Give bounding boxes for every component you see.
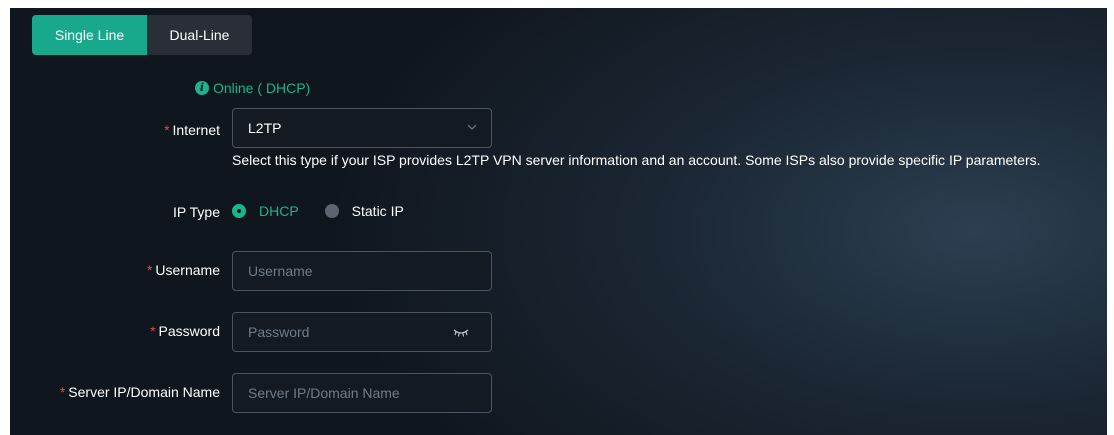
line-mode-tabs: Single Line Dual-Line — [32, 15, 252, 55]
info-icon: i — [195, 81, 209, 95]
ip-type-dhcp-radio[interactable]: DHCP — [232, 203, 325, 219]
server-label: * Server IP/Domain Name — [59, 384, 220, 400]
internet-label: * Internet — [164, 122, 220, 138]
password-placeholder: Password — [248, 324, 310, 340]
server-address-field[interactable]: Server IP/Domain Name — [232, 373, 492, 413]
required-marker: * — [150, 323, 156, 339]
required-marker: * — [59, 384, 66, 400]
chevron-down-icon — [467, 124, 477, 130]
radio-checked-icon — [232, 204, 246, 218]
username-label: * Username — [146, 262, 220, 278]
password-label: * Password — [150, 323, 220, 339]
internet-type-hint: Select this type if your ISP provides L2… — [232, 152, 1041, 168]
internet-type-select[interactable]: L2TP — [232, 108, 492, 148]
ip-type-static-radio[interactable]: Static IP — [324, 203, 404, 219]
username-field[interactable]: Username — [232, 251, 492, 291]
required-marker: * — [164, 122, 170, 138]
eye-closed-icon[interactable] — [453, 326, 469, 338]
username-placeholder: Username — [248, 263, 313, 279]
radio-unchecked-icon — [324, 204, 339, 218]
ip-type-radio-group: DHCP Static IP — [232, 203, 404, 219]
wan-settings-panel: Single Line Dual-Line i Online ( DHCP) *… — [10, 8, 1107, 435]
ip-type-label: IP Type — [173, 204, 220, 220]
required-marker: * — [146, 262, 153, 278]
server-address-placeholder: Server IP/Domain Name — [248, 385, 400, 401]
connection-status-text: Online ( DHCP) — [213, 80, 311, 96]
tab-dual-line[interactable]: Dual-Line — [147, 15, 252, 55]
connection-status: i Online ( DHCP) — [195, 80, 310, 96]
internet-type-value: L2TP — [248, 120, 282, 136]
password-field[interactable]: Password — [232, 312, 492, 352]
tab-single-line[interactable]: Single Line — [32, 15, 147, 55]
